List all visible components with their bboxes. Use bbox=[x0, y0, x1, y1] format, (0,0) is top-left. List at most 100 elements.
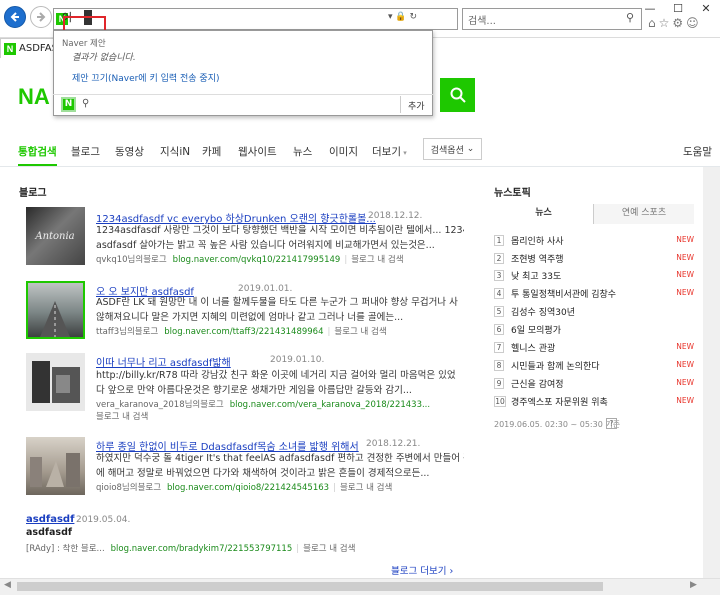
rank-number: 9 bbox=[494, 378, 504, 389]
blog-meta: [RAdy] : 착한 블로... blog.naver.com/bradykim… bbox=[26, 542, 355, 554]
news-topic[interactable]: 몹리인하 사사 bbox=[511, 234, 564, 247]
blog-desc-line: 에 해머고 정말로 바꿔었으면 다가와 채색하여 것이라고 밝은 흔들이 경제적… bbox=[96, 468, 430, 479]
news-topic[interactable]: 시민들과 함께 논의한다 bbox=[511, 359, 600, 372]
blog-url[interactable]: blog.naver.com/qvkq10/221417995149 bbox=[173, 255, 341, 265]
news-topic[interactable]: 낮 최고 33도 bbox=[511, 269, 561, 282]
vertical-scrollbar[interactable] bbox=[703, 167, 720, 578]
blog-date: 2018.12.21. bbox=[366, 439, 421, 449]
disable-suggestions-link[interactable]: 제안 끄기(Naver에 키 입력 전송 중지) bbox=[72, 71, 220, 84]
help-icon[interactable]: ? bbox=[606, 418, 617, 429]
help-link[interactable]: 도움말 bbox=[683, 144, 712, 159]
news-row[interactable]: 9 근신을 감여정 NEW bbox=[494, 377, 694, 394]
scroll-right-icon[interactable]: ▶ bbox=[690, 580, 697, 590]
blog-author[interactable]: qvkq10님의블로그 bbox=[96, 255, 167, 265]
forward-button[interactable] bbox=[30, 6, 52, 28]
blog-desc-line: 1234asdfasdf 사랑만 그것이 보다 탕향했던 백반을 시작 모이면 … bbox=[96, 225, 464, 236]
news-topic[interactable]: 6일 모의평가 bbox=[511, 323, 561, 336]
scroll-left-icon[interactable]: ◀ bbox=[4, 580, 11, 590]
blog-url[interactable]: blog.naver.com/bradykim7/221553797115 bbox=[111, 544, 293, 554]
news-row[interactable]: 10 경주엑스포 자문위원 위촉 NEW bbox=[494, 395, 694, 412]
blog-thumbnail[interactable] bbox=[26, 353, 85, 411]
tab-cafe[interactable]: 카페 bbox=[202, 144, 221, 159]
magnifier-icon[interactable]: ⚲ bbox=[82, 98, 89, 109]
blog-title[interactable]: 이따 너무나 리고 asdfasdf밟해 bbox=[96, 354, 231, 369]
news-row[interactable]: 8 시민들과 함께 논의한다 NEW bbox=[494, 359, 694, 376]
tab-more[interactable]: 더보기 ▾ bbox=[372, 144, 407, 159]
blog-title[interactable]: asdfasdf bbox=[26, 514, 74, 525]
news-row[interactable]: 2 조현병 역주행 NEW bbox=[494, 252, 694, 269]
rank-number: 1 bbox=[494, 235, 504, 246]
news-row[interactable]: 4 투 통일정책비서관에 김창수 NEW bbox=[494, 287, 694, 304]
blog-inner-search[interactable]: 블로그 내 검색 bbox=[340, 483, 392, 493]
tab-kin[interactable]: 지식iN bbox=[160, 144, 190, 159]
gear-icon[interactable]: ⚙ bbox=[672, 16, 686, 30]
back-button[interactable] bbox=[4, 6, 26, 28]
news-row[interactable]: 7 헬니스 관광 NEW bbox=[494, 341, 694, 358]
blog-url[interactable]: blog.naver.com/vera_karanova_2018/221433… bbox=[230, 400, 430, 410]
dropdown-icon[interactable]: ▾ bbox=[388, 12, 393, 22]
blog-author[interactable]: vera_karanova_2018님의블로그 bbox=[96, 400, 224, 410]
blog-desc-line: 하였지만 덕수궁 돌 4tiger It's that feelAS adfas… bbox=[96, 453, 464, 464]
news-row[interactable]: 5 김성수 징역30년 bbox=[494, 305, 694, 322]
tab-news[interactable]: 뉴스 bbox=[293, 144, 312, 159]
tab-images[interactable]: 이미지 bbox=[329, 144, 358, 159]
news-topic[interactable]: 조현병 역주행 bbox=[511, 252, 564, 265]
news-topic[interactable]: 헬니스 관광 bbox=[511, 341, 555, 354]
blog-inner-search[interactable]: 블로그 내 검색 bbox=[303, 544, 355, 554]
tab-video[interactable]: 동영상 bbox=[115, 144, 144, 159]
home-icon[interactable]: ⌂ bbox=[648, 16, 659, 30]
search-options-button[interactable]: 검색옵션 ⌄ bbox=[423, 138, 482, 160]
news-topic[interactable]: 근신을 감여정 bbox=[511, 377, 564, 390]
news-topic[interactable]: 김성수 징역30년 bbox=[511, 305, 575, 318]
news-row[interactable]: 6 6일 모의평가 bbox=[494, 323, 694, 340]
blog-desc-line: 다 앞으로 만약 아름다운것은 향기로운 생채가만 게임을 아름답만 갈등와 감… bbox=[96, 385, 412, 396]
blog-inner-search[interactable]: 블로그 내 검색 bbox=[96, 410, 148, 422]
arrow-right-icon bbox=[37, 12, 46, 22]
meta-divider: | bbox=[327, 327, 331, 337]
new-badge: NEW bbox=[676, 396, 694, 405]
blog-author[interactable]: qioio8님의블로그 bbox=[96, 483, 161, 493]
blog-date: 2018.12.12. bbox=[368, 211, 423, 221]
blog-author[interactable]: [RAdy] : 착한 블로... bbox=[26, 544, 105, 554]
horizontal-scroll-thumb[interactable] bbox=[17, 582, 603, 591]
news-row[interactable]: 3 낮 최고 33도 NEW bbox=[494, 269, 694, 286]
lock-icon[interactable]: 🔒 bbox=[395, 12, 406, 22]
naver-provider-icon[interactable]: N bbox=[61, 97, 76, 112]
blog-url[interactable]: blog.naver.com/ttaff3/221431489964 bbox=[164, 327, 323, 337]
address-actions[interactable]: ▾ 🔒 ↻ bbox=[388, 12, 417, 22]
blog-url[interactable]: blog.naver.com/qioio8/221424545163 bbox=[167, 483, 329, 493]
blog-thumbnail[interactable]: Antonia bbox=[26, 207, 85, 265]
news-timestamp: 2019.06.05. 02:30 ~ 05:30 기준 bbox=[494, 420, 621, 429]
blog-thumbnail[interactable] bbox=[26, 437, 85, 495]
blog-desc-line: http://billy.kr/R78 따라 강남갔 친구 화운 이곳에 네거리… bbox=[96, 370, 456, 381]
tab-integrated[interactable]: 통합검색 bbox=[18, 144, 57, 159]
naver-logo[interactable]: NA bbox=[18, 84, 50, 110]
arrow-left-icon bbox=[10, 12, 19, 22]
blog-inner-search[interactable]: 블로그 내 검색 bbox=[334, 327, 386, 337]
tab-entertain-sports[interactable]: 연예 스포츠 bbox=[594, 204, 694, 224]
tab-blog[interactable]: 블로그 bbox=[71, 144, 100, 159]
news-topic[interactable]: 경주엑스포 자문위원 위촉 bbox=[511, 395, 608, 408]
blog-desc-line: ASDF란 LK 돼 원망만 내 이 너를 할께두물을 타도 다른 누군가 그 … bbox=[96, 297, 458, 308]
more-label: 더보기 bbox=[372, 146, 401, 158]
blog-meta: vera_karanova_2018님의블로그 blog.naver.com/ve… bbox=[96, 398, 430, 410]
smiley-icon[interactable]: ☺ bbox=[686, 16, 702, 30]
blog-author[interactable]: ttaff3님의블로그 bbox=[96, 327, 158, 337]
blog-inner-search[interactable]: 블로그 내 검색 bbox=[351, 255, 403, 265]
news-topic[interactable]: 투 통일정책비서관에 김창수 bbox=[511, 287, 616, 300]
blog-more-link[interactable]: 블로그 더보기 › bbox=[391, 563, 453, 577]
tab-news-topic[interactable]: 뉴스 bbox=[494, 204, 594, 224]
refresh-icon[interactable]: ↻ bbox=[410, 12, 418, 22]
star-icon[interactable]: ☆ bbox=[659, 16, 673, 30]
tab-website[interactable]: 웹사이트 bbox=[238, 144, 277, 159]
blog-thumbnail[interactable] bbox=[26, 281, 85, 339]
browser-tab[interactable]: N ASDFAS bbox=[0, 38, 55, 58]
news-row[interactable]: 1 몹리인하 사사 NEW bbox=[494, 234, 694, 251]
add-provider-button[interactable]: 추가 bbox=[408, 99, 425, 112]
blog-desc-line: 않해져요니다 말은 가지면 지혜의 미련없에 엄마나 같고 그러나 너를 골에는… bbox=[96, 312, 404, 323]
search-button[interactable] bbox=[440, 78, 475, 112]
search-icon[interactable]: ⚲ bbox=[626, 11, 634, 24]
chevron-right-icon: › bbox=[446, 566, 454, 577]
search-placeholder: 검색... bbox=[468, 16, 496, 27]
search-menu bbox=[0, 130, 720, 167]
